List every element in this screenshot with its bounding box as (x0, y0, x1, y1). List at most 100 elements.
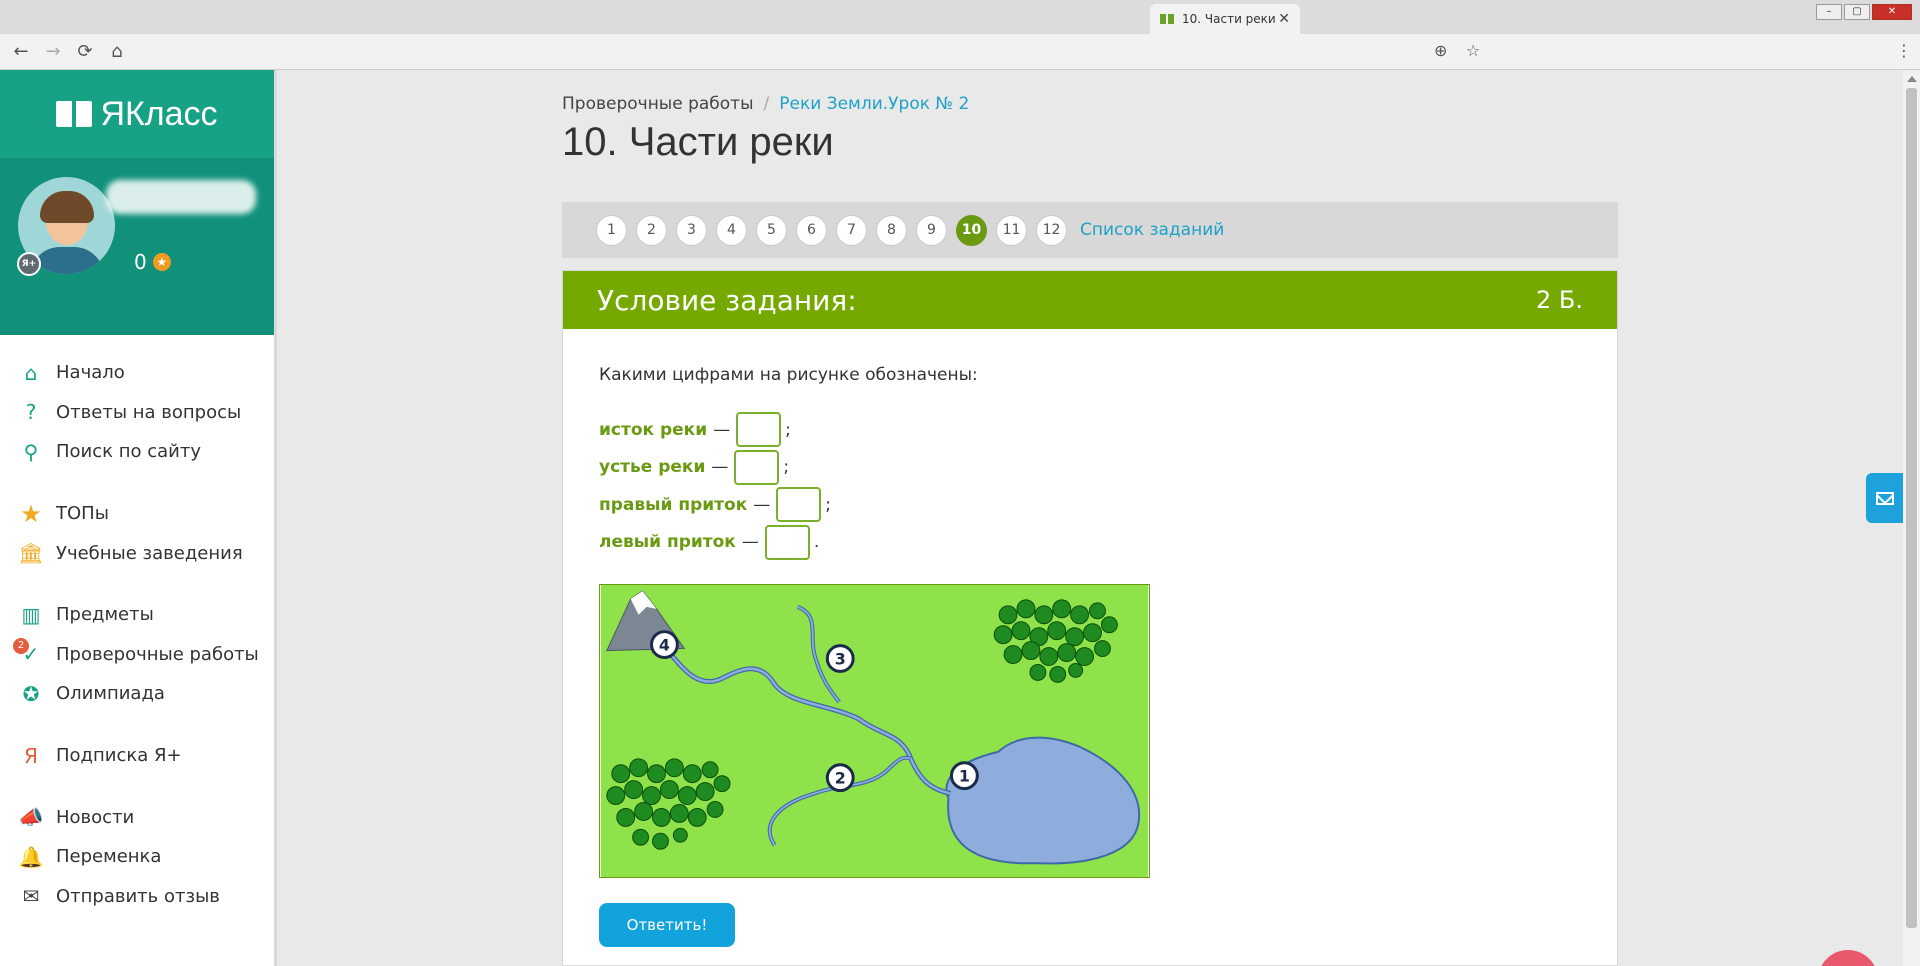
medal-icon: ✪ (22, 681, 40, 706)
page-number-6[interactable]: 6 (796, 214, 827, 246)
scroll-up-icon[interactable] (1907, 76, 1917, 82)
sidebar-item-label: Ответы на вопросы (56, 401, 242, 423)
page-title: 10. Части реки (562, 120, 834, 164)
answer-input[interactable] (776, 487, 822, 523)
feedback-icon: ✉ (22, 884, 40, 909)
sidebar-item-label: Олимпиада (56, 683, 165, 705)
page-number-7[interactable]: 7 (836, 214, 867, 246)
page-number-1[interactable]: 1 (596, 214, 627, 246)
subscription-icon: Я (24, 743, 38, 768)
book-logo-icon (56, 101, 93, 127)
bell-icon: 🔔 (18, 844, 44, 869)
page-number-3[interactable]: 3 (676, 214, 707, 246)
chat-bubble-button[interactable] (1818, 950, 1878, 966)
sidebar-item-label: Проверочные работы (56, 643, 259, 665)
answer-punctuation: ; (825, 494, 831, 515)
task-pager: 1 2 3 4 5 6 7 8 9 10 11 12 Список заданий (562, 202, 1618, 258)
sidebar-item[interactable]: ★ ТОПы (0, 494, 274, 534)
answer-row: правый приток —; (599, 486, 831, 524)
address-bar[interactable] (150, 39, 1480, 65)
home-icon: ⌂ (24, 360, 38, 385)
answer-dash: — (713, 419, 731, 440)
tab-close-icon[interactable]: ✕ (1278, 11, 1290, 27)
bookmark-star-icon[interactable]: ☆ (1466, 41, 1480, 60)
page-number-2[interactable]: 2 (636, 214, 667, 246)
task-list-link[interactable]: Список заданий (1080, 220, 1224, 240)
brand-logo[interactable]: ЯКласс (0, 70, 274, 158)
sidebar-item-label: Новости (56, 806, 135, 828)
sidebar-item-label: Предметы (56, 604, 154, 626)
sidebar-item[interactable]: ▥ Предметы (0, 595, 274, 635)
site-favicon-icon (1160, 14, 1174, 24)
sidebar-item-label: Подписка Я+ (56, 745, 182, 767)
sidebar-item[interactable]: ✓ 2 Проверочные работы (0, 635, 274, 675)
map-marker-2-label: 2 (835, 769, 846, 788)
forward-arrow-icon[interactable]: → (42, 41, 64, 63)
browser-tabstrip: 10. Части реки ✕ – ▢ ✕ (0, 0, 1920, 34)
map-marker-3: 3 (825, 644, 855, 673)
sidebar-item[interactable]: 🏛 Учебные заведения (0, 533, 274, 573)
sidebar-item[interactable]: 🔔 Переменка (0, 837, 274, 877)
answer-punctuation: ; (785, 419, 791, 440)
sidebar-item[interactable]: ? Ответы на вопросы (0, 393, 274, 433)
sidebar-item[interactable]: ✪ Олимпиада (0, 674, 274, 714)
page-number-8[interactable]: 8 (876, 214, 907, 246)
home-browser-icon[interactable]: ⌂ (106, 41, 128, 63)
window-close-button[interactable]: ✕ (1872, 4, 1912, 20)
sidebar-item[interactable]: Я Подписка Я+ (0, 736, 274, 776)
map-marker-4-label: 4 (659, 636, 670, 655)
answer-input[interactable] (764, 524, 810, 560)
star-coin-icon: ★ (152, 253, 171, 271)
answer-label: правый приток (599, 494, 748, 515)
reload-icon[interactable]: ⟳ (74, 41, 96, 63)
page-number-5[interactable]: 5 (756, 214, 787, 246)
sidebar-item[interactable]: ⌂ Начало (0, 353, 274, 393)
task-header-title: Условие задания: (597, 283, 857, 317)
submit-answer-button[interactable]: Ответить! (599, 903, 735, 947)
zoom-icon[interactable]: ⊕ (1434, 41, 1447, 60)
star-icon: ★ (20, 499, 42, 528)
subscription-badge: Я+ (17, 252, 41, 276)
answer-dash: — (753, 494, 771, 515)
scroll-thumb[interactable] (1906, 88, 1917, 928)
page-number-9[interactable]: 9 (916, 214, 947, 246)
envelope-icon (1875, 491, 1894, 505)
page-scrollbar[interactable] (1903, 70, 1920, 966)
browser-tab-active[interactable]: 10. Части реки ✕ (1150, 4, 1300, 34)
task-header: Условие задания: 2 Б. (563, 271, 1617, 329)
search-icon: ⚲ (23, 439, 39, 464)
sidebar-item[interactable]: 📣 Новости (0, 797, 274, 837)
answer-list: исток реки —; устье реки —; правый приток —; л… (599, 411, 831, 561)
page-number-12[interactable]: 12 (1036, 214, 1067, 246)
map-marker-1-label: 1 (959, 767, 970, 786)
answer-input[interactable] (734, 449, 780, 485)
task-question: Какими цифрами на рисунке обозначены: (599, 365, 978, 385)
browser-menu-icon[interactable]: ⋮ (1896, 41, 1912, 60)
minimize-button[interactable]: – (1816, 4, 1842, 20)
answer-dash: — (741, 532, 759, 553)
answer-label: исток реки (599, 419, 708, 440)
breadcrumb-separator: / (763, 94, 770, 114)
feedback-mail-button[interactable] (1866, 473, 1903, 523)
map-marker-1: 1 (949, 761, 979, 791)
sidebar-item[interactable]: ✉ Отправить отзыв (0, 877, 274, 917)
breadcrumb-current[interactable]: Реки Земли.Урок № 2 (779, 94, 969, 114)
breadcrumb-root[interactable]: Проверочные работы (562, 94, 754, 114)
map-marker-4: 4 (650, 630, 679, 659)
page-number-11[interactable]: 11 (996, 214, 1027, 246)
points-display: 0 ★ (134, 250, 171, 274)
map-marker-2: 2 (825, 763, 855, 793)
page-number-10[interactable]: 10 (956, 214, 987, 246)
answer-row: левый приток —. (599, 524, 831, 562)
back-arrow-icon[interactable]: ← (10, 41, 32, 63)
question-icon: ? (25, 400, 37, 425)
sidebar-item[interactable]: ⚲ Поиск по сайту (0, 432, 274, 472)
sidebar-item-label: Отправить отзыв (56, 885, 220, 907)
maximize-button[interactable]: ▢ (1844, 4, 1870, 20)
username-redacted (106, 180, 256, 214)
sidebar-group: ★ ТОПы 🏛 Учебные заведения (0, 494, 274, 573)
sidebar-group: Я Подписка Я+ (0, 736, 274, 776)
page-number-4[interactable]: 4 (716, 214, 747, 246)
sidebar-item-label: Начало (56, 362, 125, 384)
answer-input[interactable] (736, 412, 782, 448)
